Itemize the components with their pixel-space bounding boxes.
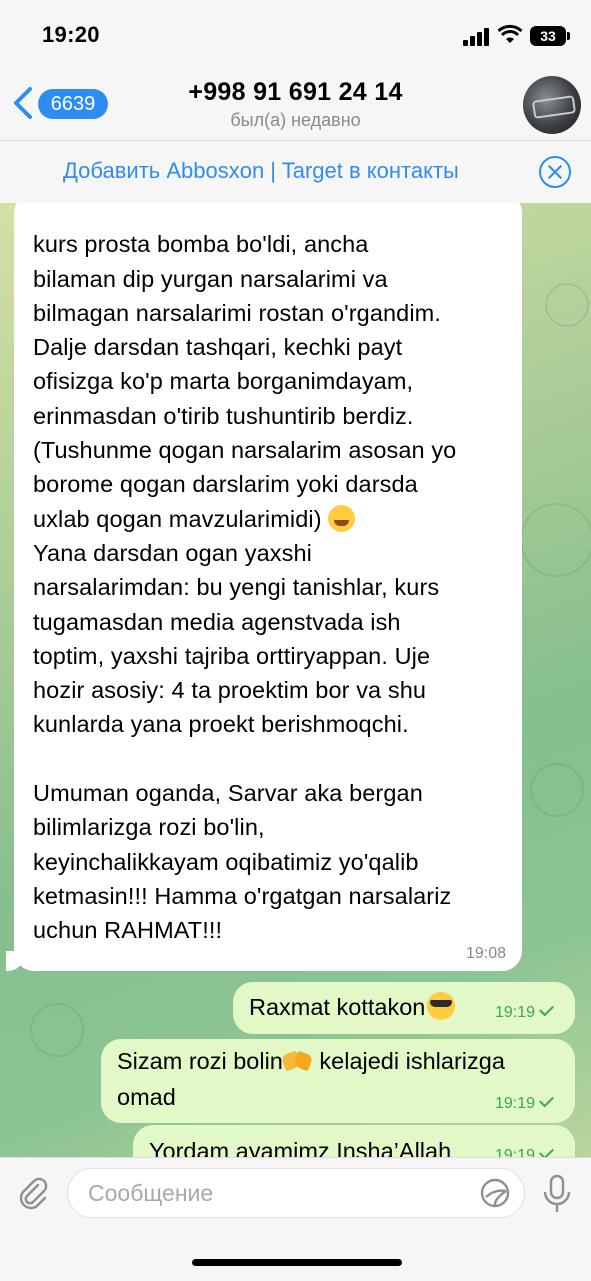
- outgoing-message[interactable]: Yordam ayamimz Insha’Allah 19:19: [133, 1125, 575, 1157]
- home-indicator: [192, 1259, 402, 1266]
- outgoing-message[interactable]: Raxmat kottakon 19:19: [233, 982, 575, 1034]
- close-icon[interactable]: [539, 156, 571, 188]
- sweat-smile-emoji-icon: [327, 504, 355, 532]
- message-paragraph-3: Umuman oganda, Sarvar aka bergan bilimla…: [33, 780, 452, 944]
- attachment-icon[interactable]: [16, 1176, 50, 1210]
- outgoing-text-after: kelajedi ishlarizga: [312, 1048, 505, 1074]
- status-bar: 19:20 33: [0, 0, 591, 72]
- chat-area[interactable]: kurs prosta bomba bo'ldi, ancha bilaman …: [0, 203, 591, 1157]
- message-time: 19:19: [495, 1001, 554, 1022]
- incoming-text: kurs prosta bomba bo'ldi, ancha bilaman …: [33, 203, 521, 943]
- incoming-message[interactable]: kurs prosta bomba bo'ldi, ancha bilaman …: [14, 203, 522, 971]
- avatar[interactable]: [523, 76, 581, 134]
- message-time: 19:19: [495, 1144, 554, 1157]
- message-input-bar: [0, 1157, 591, 1281]
- add-contact-button[interactable]: Добавить Abbosxon | Target в контакты: [63, 158, 459, 184]
- wifi-icon: [497, 24, 523, 43]
- status-time: 19:20: [42, 22, 100, 47]
- message-time-text: 19:19: [495, 1004, 536, 1021]
- message-time-text: 19:19: [495, 1147, 536, 1157]
- battery-icon: 33: [530, 26, 566, 46]
- battery-nub: [567, 32, 570, 40]
- message-paragraph-2: Yana darsdan ogan yaxshi narsalarimdan: …: [33, 540, 440, 738]
- message-input[interactable]: [88, 1169, 468, 1217]
- contact-name[interactable]: +998 91 691 24 14: [0, 78, 591, 107]
- cellular-signal-icon: [463, 28, 491, 46]
- outgoing-text-before: Sizam rozi bolin: [117, 1048, 283, 1074]
- wallpaper-doodle: [520, 503, 591, 577]
- message-time: 19:08: [465, 945, 506, 962]
- wallpaper-doodle: [530, 763, 584, 817]
- message-paragraph-1: kurs prosta bomba bo'ldi, ancha bilaman …: [33, 231, 457, 532]
- contact-last-seen: был(а) недавно: [230, 110, 361, 130]
- handshake-emoji-icon: [283, 1049, 313, 1073]
- outgoing-text: Yordam ayamimz Insha’Allah: [149, 1138, 452, 1157]
- add-contact-bar: Добавить Abbosxon | Target в контакты: [0, 140, 591, 204]
- wallpaper-doodle: [545, 283, 589, 327]
- chat-header: 6639 +998 91 691 24 14 был(а) недавно: [0, 72, 591, 140]
- outgoing-text: Sizam rozi bolin kelajedi ishlarizga: [117, 1044, 567, 1078]
- sunglasses-emoji-icon: [427, 992, 456, 1020]
- message-time: 19:19: [495, 1092, 554, 1113]
- read-check-icon: [539, 1144, 554, 1157]
- read-check-icon: [539, 1092, 554, 1108]
- message-time-text: 19:19: [495, 1095, 536, 1112]
- read-check-icon: [539, 1001, 554, 1017]
- outgoing-text-line2: omad: [117, 1084, 176, 1110]
- outgoing-text-content: Raxmat kottakon: [249, 994, 426, 1020]
- outgoing-text: Raxmat kottakon: [249, 990, 456, 1024]
- wallpaper-doodle: [30, 1003, 84, 1057]
- outgoing-message[interactable]: Sizam rozi bolin kelajedi ishlarizga oma…: [101, 1039, 575, 1123]
- message-field[interactable]: [67, 1168, 525, 1218]
- microphone-icon[interactable]: [540, 1174, 574, 1214]
- sticker-icon[interactable]: [479, 1177, 511, 1209]
